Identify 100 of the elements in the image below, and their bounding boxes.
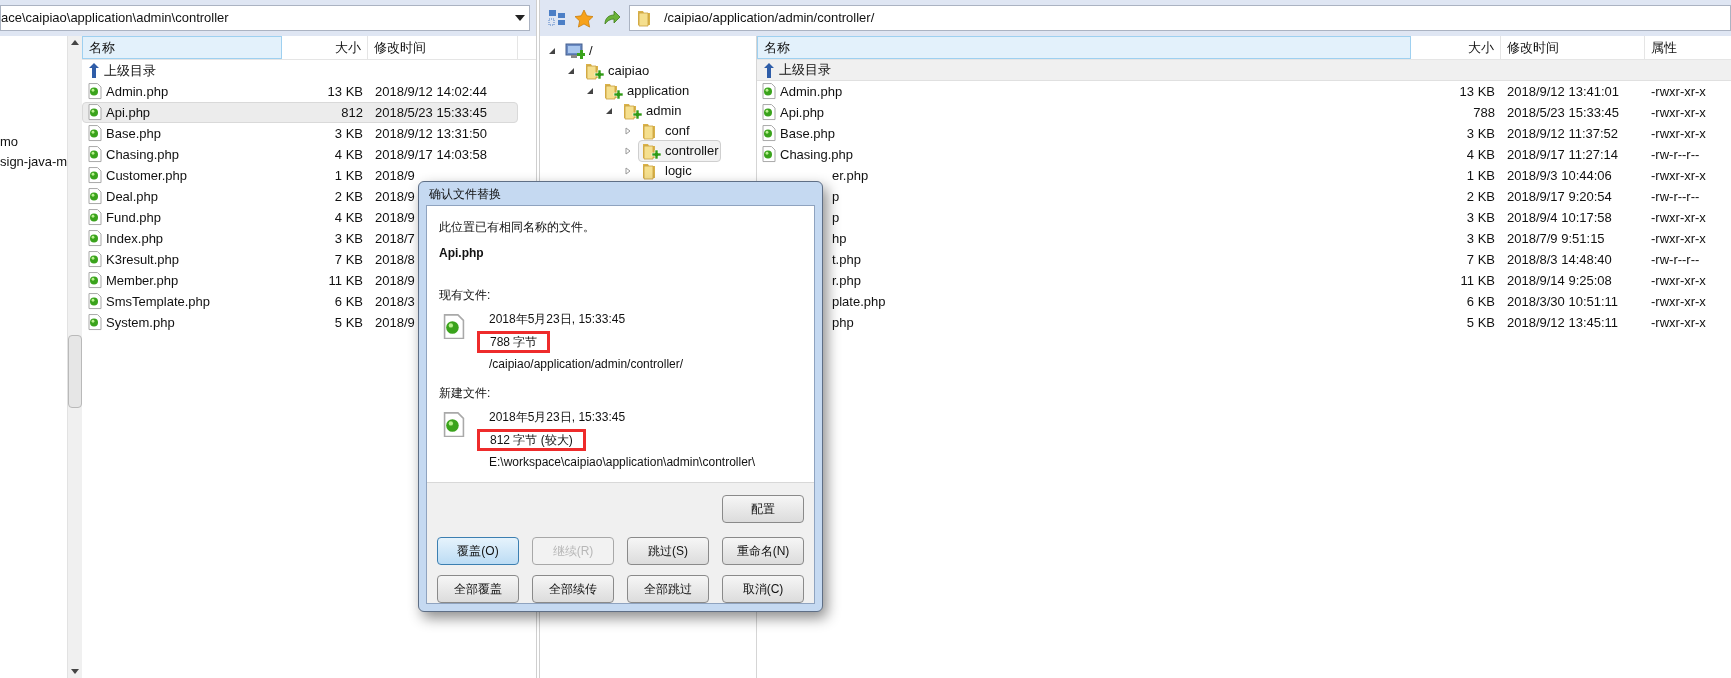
- options-button[interactable]: 配置: [722, 495, 804, 523]
- dialog-button[interactable]: 全部续传: [532, 575, 614, 603]
- file-row[interactable]: Customer.php 1 KB 2018/9: [82, 165, 518, 186]
- file-name: System.php: [106, 313, 175, 332]
- folder-plus-icon: [584, 62, 604, 80]
- dropdown-arrow-icon[interactable]: [515, 15, 525, 21]
- tree-view-icon[interactable]: [548, 9, 566, 27]
- column-header[interactable]: 属性: [1645, 36, 1731, 59]
- file-row[interactable]: er.php 1 KB 2018/9/3 10:44:06 -rwxr-xr-x: [757, 165, 1731, 186]
- file-row[interactable]: Chasing.php 4 KB 2018/9/17 14:03:58: [82, 144, 518, 165]
- file-name: Api.php: [780, 103, 825, 122]
- tree-item[interactable]: caipiao: [581, 60, 653, 82]
- tree-item[interactable]: sign-java-m: [0, 152, 68, 172]
- tree-item[interactable]: application: [600, 80, 693, 102]
- modified-time: 2018/7/9 9:51:15: [1506, 229, 1606, 248]
- up-arrow-icon: [763, 62, 775, 78]
- path-field[interactable]: /caipiao/application/admin/controller/: [629, 5, 1731, 31]
- expanded-arrow-icon[interactable]: [586, 87, 596, 95]
- column-header[interactable]: 大小: [282, 36, 368, 59]
- file-name: Base.php: [106, 124, 161, 143]
- file-row[interactable]: Base.php 3 KB 2018/9/12 11:37:52 -rwxr-xr-x: [757, 123, 1731, 144]
- modified-time: 2018/9/3 10:44:06: [1506, 166, 1613, 185]
- column-header[interactable]: 大小: [1411, 36, 1501, 59]
- tree-item[interactable]: logic: [638, 160, 695, 182]
- list-row[interactable]: 上级目录: [82, 60, 536, 81]
- dialog-button[interactable]: 重命名(N): [722, 537, 804, 565]
- file-size: 812 字节 (较大): [477, 429, 586, 451]
- file-size: 3 KB: [1465, 124, 1496, 143]
- permissions: -rwxr-xr-x: [1650, 229, 1707, 248]
- file-name: Admin.php: [106, 82, 169, 101]
- column-header[interactable]: 修改时间: [1501, 36, 1645, 59]
- file-size: 11 KB: [1459, 271, 1496, 290]
- file-name: r.php: [832, 271, 861, 290]
- dialog-button[interactable]: 跳过(S): [627, 537, 709, 565]
- dialog-button[interactable]: 取消(C): [722, 575, 804, 603]
- column-header[interactable]: 名称: [757, 36, 1411, 59]
- file-name: SmsTemplate.php: [106, 292, 211, 311]
- vertical-scrollbar[interactable]: [67, 36, 83, 678]
- expanded-arrow-icon[interactable]: [548, 47, 558, 55]
- file-name-label: Api.php: [439, 245, 485, 262]
- file-row[interactable]: Base.php 3 KB 2018/9/12 13:31:50: [82, 123, 518, 144]
- tree-item[interactable]: mo: [0, 132, 68, 152]
- tree-item[interactable]: /: [562, 40, 596, 62]
- file-row[interactable]: Chasing.php 4 KB 2018/9/17 11:27:14 -rw-r--r--: [757, 144, 1731, 165]
- dialog-button[interactable]: 全部覆盖: [437, 575, 519, 603]
- modified-time: 2018/9/12 13:31:50: [374, 124, 488, 143]
- scroll-up-icon[interactable]: [71, 40, 80, 45]
- php-file-icon: [762, 125, 776, 142]
- file-row[interactable]: Api.php 812 2018/5/23 15:33:45: [82, 102, 518, 123]
- expanded-arrow-icon[interactable]: [605, 107, 615, 115]
- modified-time: 2018/8: [374, 250, 415, 269]
- file-row[interactable]: Admin.php 13 KB 2018/9/12 13:41:01 -rwxr-xr-x: [757, 81, 1731, 102]
- modified-time: 2018/9/14 9:25:08: [1506, 271, 1613, 290]
- file-size: 4 KB: [1465, 145, 1496, 164]
- file-size: 6 KB: [1465, 292, 1496, 311]
- modified-time: 2018/9: [374, 271, 415, 290]
- scroll-down-icon[interactable]: [71, 669, 80, 674]
- file-size: 6 KB: [333, 292, 364, 311]
- dialog-title: 确认文件替换: [428, 185, 502, 203]
- file-row[interactable]: Api.php 788 2018/5/23 15:33:45 -rwxr-xr-x: [757, 102, 1731, 123]
- column-header[interactable]: 修改时间: [368, 36, 518, 59]
- permissions: -rwxr-xr-x: [1650, 103, 1707, 122]
- modified-time: 2018/9/12 11:37:52: [1506, 124, 1620, 143]
- php-file-icon: [443, 314, 465, 340]
- permissions: -rwxr-xr-x: [1650, 82, 1707, 101]
- file-date: 2018年5月23日, 15:33:45: [489, 311, 627, 328]
- permissions: -rwxr-xr-x: [1650, 271, 1707, 290]
- expanded-arrow-icon[interactable]: [567, 67, 577, 75]
- file-size: 812: [340, 103, 364, 122]
- modified-time: 2018/9/17 11:27:14: [1506, 145, 1620, 164]
- file-size: 1 KB: [1465, 166, 1496, 185]
- dialog-button[interactable]: 覆盖(O): [437, 537, 519, 565]
- modified-time: 2018/9/17 14:03:58: [374, 145, 488, 164]
- file-row[interactable]: Admin.php 13 KB 2018/9/12 14:02:44: [82, 81, 518, 102]
- modified-time: 2018/3: [374, 292, 415, 311]
- php-file-icon: [88, 188, 102, 205]
- column-header[interactable]: 名称: [82, 36, 282, 59]
- list-row[interactable]: 上级目录: [757, 60, 1731, 81]
- file-name: er.php: [832, 166, 869, 185]
- file-size: 11 KB: [327, 271, 364, 290]
- tree-item[interactable]: conf: [638, 120, 693, 142]
- section-heading: 新建文件:: [439, 385, 492, 402]
- file-size: 7 KB: [1465, 250, 1496, 269]
- path-field[interactable]: ace\caipiao\application\admin\controller: [0, 5, 530, 31]
- file-size: 5 KB: [1465, 313, 1496, 332]
- star-icon[interactable]: [574, 8, 594, 28]
- scrollbar-thumb[interactable]: [68, 335, 83, 408]
- modified-time: 2018/9/12 13:41:01: [1506, 82, 1621, 101]
- tree-item[interactable]: admin: [619, 100, 685, 122]
- modified-time: 2018/9: [374, 187, 415, 206]
- up-arrow-icon: [88, 63, 100, 78]
- tree-item[interactable]: controller: [638, 140, 722, 162]
- folder-plus-icon: [641, 142, 661, 160]
- dialog-message: 此位置已有相同名称的文件。: [439, 219, 596, 236]
- modified-time: 2018/9/4 10:17:58: [1506, 208, 1613, 227]
- modified-time: 2018/9: [374, 313, 415, 332]
- dialog-button[interactable]: 全部跳过: [627, 575, 709, 603]
- file-name: plate.php: [832, 292, 886, 311]
- php-file-icon: [762, 104, 776, 121]
- file-size: 5 KB: [333, 313, 364, 332]
